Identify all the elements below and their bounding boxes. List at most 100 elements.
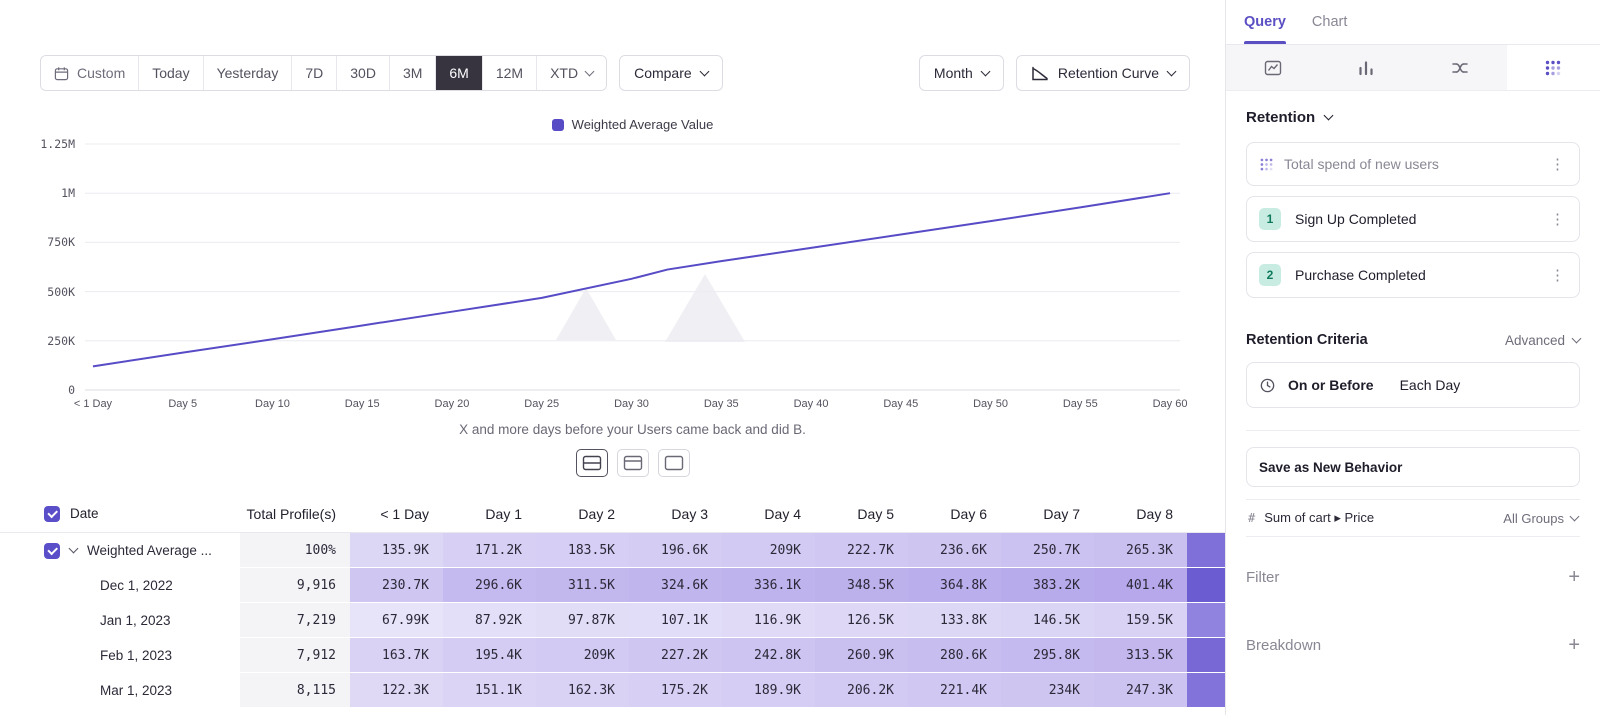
chart-legend: Weighted Average Value [85, 117, 1180, 132]
insights-report-button[interactable] [1226, 45, 1320, 90]
step-menu-icon[interactable]: ⋮ [1548, 212, 1567, 227]
expand-caret-icon[interactable] [69, 544, 79, 554]
header-label: Date [70, 506, 99, 521]
retention-value-cell: 222.7K [815, 533, 908, 568]
retention-value-cell: 209K [536, 638, 629, 673]
chevron-down-icon [980, 66, 990, 76]
retention-value-cell: 348.5K [815, 568, 908, 603]
funnels-report-button[interactable] [1320, 45, 1414, 90]
behavior-block[interactable]: Total spend of new users ⋮ [1246, 142, 1580, 186]
retention-line-chart[interactable]: 1.25M1M750K500K250K0 [85, 142, 1180, 392]
density-rows-split-button[interactable] [576, 449, 608, 477]
step-event-label: Purchase Completed [1295, 267, 1534, 283]
x-axis-tick: Day 45 [883, 398, 918, 410]
chevron-down-icon [699, 66, 709, 76]
y-axis-tick: 1M [61, 186, 75, 200]
table-row[interactable]: Weighted Average ...100%135.9K171.2K183.… [0, 533, 1225, 568]
step-row-2[interactable]: 2 Purchase Completed ⋮ [1246, 252, 1580, 298]
range-label: 3M [403, 65, 422, 81]
retention-report-app: Custom Today Yesterday 7D 30D 3M 6M 12M … [0, 0, 1600, 715]
range-custom-button[interactable]: Custom [41, 56, 139, 90]
save-as-new-behavior-button[interactable]: Save as New Behavior [1246, 447, 1580, 487]
tab-query[interactable]: Query [1244, 0, 1286, 44]
select-all-checkbox[interactable] [44, 506, 60, 522]
range-today-button[interactable]: Today [139, 56, 203, 90]
compare-button[interactable]: Compare [619, 55, 723, 91]
step-menu-icon[interactable]: ⋮ [1548, 268, 1567, 283]
criteria-window-row[interactable]: On or Before Each Day [1246, 362, 1580, 408]
row-checkbox[interactable] [44, 543, 60, 559]
chevron-down-icon [1572, 333, 1582, 343]
table-header-row: DateTotal Profile(s)< 1 DayDay 1Day 2Day… [0, 495, 1225, 533]
retention-value-cell: 195.4K [443, 638, 536, 673]
table-row[interactable]: Feb 1, 20237,912163.7K195.4K209K227.2K24… [0, 638, 1225, 673]
range-label: 6M [449, 65, 468, 81]
groups-label: All Groups [1503, 511, 1564, 526]
report-type-dropdown[interactable]: Retention [1246, 109, 1580, 126]
range-yesterday-button[interactable]: Yesterday [204, 56, 293, 90]
row-label-cell: Weighted Average ... [0, 533, 240, 568]
row-label: Feb 1, 2023 [100, 648, 172, 663]
retention-value-cell: 189.9K [722, 673, 815, 708]
header-day-cell: Day 8 [1094, 495, 1187, 532]
range-3m-button[interactable]: 3M [390, 56, 436, 90]
groups-dropdown[interactable]: All Groups [1503, 511, 1578, 526]
flows-report-button[interactable] [1413, 45, 1507, 90]
retention-value-cell: 116.9K [722, 603, 815, 638]
insights-icon [1264, 59, 1282, 77]
y-axis-tick: 750K [47, 235, 75, 249]
density-rows-header-button[interactable] [617, 449, 649, 477]
retention-value-cell: 265.3K [1094, 533, 1187, 568]
retention-criteria-row: Retention Criteria Advanced [1246, 332, 1580, 348]
granularity-dropdown[interactable]: Month [919, 55, 1004, 91]
bar-chart-icon [1357, 59, 1375, 77]
range-6m-button[interactable]: 6M [436, 56, 482, 90]
section-divider [1246, 430, 1580, 431]
header-day-cell: < 1 Day [350, 495, 443, 532]
table-row[interactable]: Dec 1, 20229,916230.7K296.6K311.5K324.6K… [0, 568, 1225, 603]
query-builder: Retention Total spend of new users ⋮ 1 S… [1226, 91, 1600, 715]
add-filter-icon[interactable]: + [1568, 567, 1580, 587]
add-breakdown-icon[interactable]: + [1568, 635, 1580, 655]
single-row-icon [664, 455, 684, 471]
x-axis-tick: Day 10 [255, 398, 290, 410]
total-profiles-cell: 7,219 [240, 603, 350, 638]
y-axis-tick: 500K [47, 285, 75, 299]
range-label: Yesterday [217, 65, 279, 81]
breakdown-label: Breakdown [1246, 637, 1321, 654]
range-12m-button[interactable]: 12M [483, 56, 537, 90]
criteria-mode-dropdown[interactable]: Advanced [1505, 333, 1580, 348]
behavior-menu-icon[interactable]: ⋮ [1548, 157, 1567, 172]
row-label: Mar 1, 2023 [100, 683, 172, 698]
x-axis-tick: Day 35 [704, 398, 739, 410]
measurement-property-row[interactable]: # Sum of cart ▸ Price All Groups [1246, 499, 1580, 537]
step-row-1[interactable]: 1 Sign Up Completed ⋮ [1246, 196, 1580, 242]
flows-icon [1451, 59, 1469, 77]
density-single-button[interactable] [658, 449, 690, 477]
y-axis-tick: 250K [47, 334, 75, 348]
header-overflow-cell [1187, 495, 1225, 532]
row-label: Jan 1, 2023 [100, 613, 171, 628]
range-xtd-button[interactable]: XTD [537, 56, 606, 90]
chevron-down-icon [585, 66, 595, 76]
tab-chart[interactable]: Chart [1312, 0, 1347, 44]
retention-value-cell: 159.5K [1094, 603, 1187, 638]
table-row[interactable]: Mar 1, 20238,115122.3K151.1K162.3K175.2K… [0, 673, 1225, 708]
range-30d-button[interactable]: 30D [337, 56, 390, 90]
panel-tabs: Query Chart [1226, 0, 1600, 45]
range-label: Today [152, 65, 189, 81]
header-day-cell: Day 7 [1001, 495, 1094, 532]
chevron-down-icon [1167, 66, 1177, 76]
table-row[interactable]: Jan 1, 20237,21967.99K87.92K97.87K107.1K… [0, 603, 1225, 638]
retention-value-cell: 311.5K [536, 568, 629, 603]
chart-type-dropdown[interactable]: Retention Curve [1016, 55, 1190, 91]
retention-curve-icon [1031, 66, 1049, 81]
step-event-label: Sign Up Completed [1295, 211, 1534, 227]
legend-label: Weighted Average Value [572, 117, 714, 132]
range-label: 12M [496, 65, 523, 81]
report-toolbar: Custom Today Yesterday 7D 30D 3M 6M 12M … [40, 55, 1190, 91]
range-label: 30D [350, 65, 376, 81]
row-label-cell: Mar 1, 2023 [0, 673, 240, 708]
range-7d-button[interactable]: 7D [292, 56, 337, 90]
retention-report-button[interactable] [1507, 45, 1600, 90]
